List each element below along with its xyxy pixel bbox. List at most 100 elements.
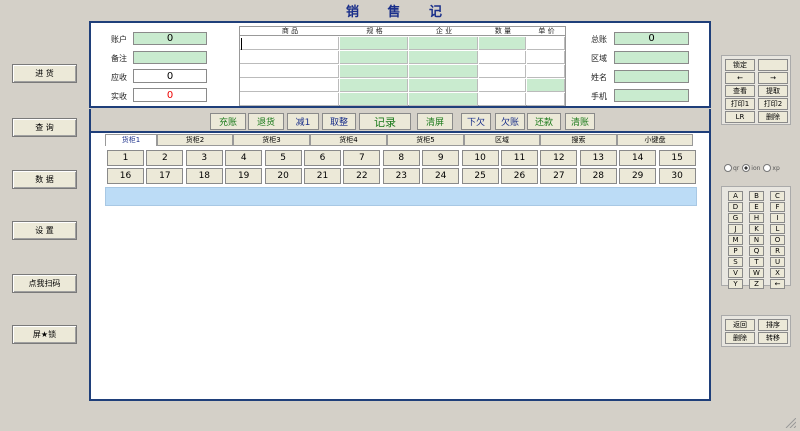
left-nav-button-4[interactable]: 设 置 bbox=[12, 221, 77, 240]
key-e[interactable]: E bbox=[749, 202, 764, 212]
number-button-2[interactable]: 2 bbox=[146, 150, 184, 166]
number-button-23[interactable]: 23 bbox=[382, 168, 420, 184]
right-tool-button-6[interactable]: 提取 bbox=[758, 85, 788, 97]
grid-cell[interactable] bbox=[240, 65, 339, 78]
key-p[interactable]: P bbox=[728, 246, 743, 256]
grid-cell[interactable] bbox=[527, 37, 565, 50]
left-nav-button-6[interactable]: 屏★锁 bbox=[12, 325, 77, 344]
account-field[interactable]: 0 bbox=[133, 32, 207, 45]
radio-icon[interactable] bbox=[742, 164, 751, 172]
number-button-6[interactable]: 6 bbox=[304, 150, 341, 166]
number-button-3[interactable]: 3 bbox=[185, 150, 223, 166]
number-button-27[interactable]: 27 bbox=[540, 168, 578, 184]
right-bottom-button-2[interactable]: 排序 bbox=[758, 319, 788, 331]
number-button-18[interactable]: 18 bbox=[185, 168, 223, 184]
grid-cell[interactable] bbox=[479, 93, 526, 106]
right-tool-button-4[interactable]: → bbox=[758, 72, 788, 84]
key-m[interactable]: M bbox=[728, 235, 743, 245]
number-button-29[interactable]: 29 bbox=[619, 168, 657, 184]
phone-field[interactable] bbox=[614, 89, 689, 102]
radio-icon[interactable] bbox=[763, 164, 772, 172]
grid-cell[interactable] bbox=[479, 79, 526, 92]
selection-bar[interactable] bbox=[105, 187, 697, 206]
radio-icon[interactable] bbox=[724, 164, 732, 172]
key-a[interactable]: A bbox=[728, 191, 743, 201]
grid-cell[interactable] bbox=[527, 51, 565, 64]
grid-cell[interactable] bbox=[527, 79, 565, 92]
grid-cell[interactable] bbox=[240, 93, 339, 106]
key-u[interactable]: U bbox=[770, 257, 785, 267]
number-button-7[interactable]: 7 bbox=[343, 150, 381, 166]
toolbar-button-8[interactable]: 欠账 bbox=[495, 113, 525, 130]
grid-cell[interactable] bbox=[340, 79, 408, 92]
left-nav-button-5[interactable]: 点我扫码 bbox=[12, 274, 77, 293]
grid-cell[interactable] bbox=[479, 37, 526, 50]
grid-cell[interactable] bbox=[527, 93, 565, 106]
number-button-16[interactable]: 16 bbox=[107, 168, 144, 184]
key-backspace[interactable]: ← bbox=[770, 279, 785, 289]
number-button-20[interactable]: 20 bbox=[264, 168, 302, 184]
number-button-14[interactable]: 14 bbox=[619, 150, 657, 166]
tab-2[interactable]: 货柜2 bbox=[157, 134, 233, 146]
tab-6[interactable]: 区域 bbox=[464, 134, 540, 146]
key-f[interactable]: F bbox=[770, 202, 785, 212]
note-field[interactable] bbox=[133, 51, 207, 64]
key-n[interactable]: N bbox=[749, 235, 764, 245]
number-button-30[interactable]: 30 bbox=[658, 168, 696, 184]
toolbar-button-4[interactable]: 取整 bbox=[322, 113, 356, 130]
grid-cell[interactable] bbox=[340, 93, 408, 106]
grid-cell[interactable] bbox=[409, 79, 478, 92]
left-nav-button-1[interactable]: 进 货 bbox=[12, 64, 77, 83]
number-button-26[interactable]: 26 bbox=[501, 168, 538, 184]
right-bottom-button-1[interactable]: 返回 bbox=[725, 319, 755, 331]
tab-3[interactable]: 货柜3 bbox=[233, 134, 310, 146]
key-h[interactable]: H bbox=[749, 213, 764, 223]
key-x[interactable]: X bbox=[770, 268, 785, 278]
grid-cell[interactable] bbox=[479, 51, 526, 64]
number-button-8[interactable]: 8 bbox=[382, 150, 420, 166]
key-w[interactable]: W bbox=[749, 268, 764, 278]
right-tool-button-7[interactable]: 打印1 bbox=[725, 98, 755, 110]
left-nav-button-3[interactable]: 数 据 bbox=[12, 170, 77, 189]
key-t[interactable]: T bbox=[749, 257, 764, 267]
radio-option-ion[interactable]: ion bbox=[742, 164, 760, 172]
right-bottom-button-4[interactable]: 转移 bbox=[758, 332, 788, 344]
number-button-24[interactable]: 24 bbox=[422, 168, 460, 184]
grid-cell[interactable] bbox=[409, 93, 478, 106]
right-tool-button-3[interactable]: ← bbox=[725, 72, 755, 84]
key-o[interactable]: O bbox=[770, 235, 785, 245]
key-b[interactable]: B bbox=[749, 191, 764, 201]
key-s[interactable]: S bbox=[728, 257, 743, 267]
key-d[interactable]: D bbox=[728, 202, 743, 212]
number-button-17[interactable]: 17 bbox=[146, 168, 184, 184]
number-button-25[interactable]: 25 bbox=[461, 168, 499, 184]
number-button-9[interactable]: 9 bbox=[422, 150, 460, 166]
tab-5[interactable]: 货柜5 bbox=[387, 134, 464, 146]
grid-cell[interactable] bbox=[240, 51, 339, 64]
grid-cell[interactable] bbox=[340, 37, 408, 50]
receivable-field[interactable]: 0 bbox=[133, 69, 207, 83]
grid-cell[interactable] bbox=[527, 65, 565, 78]
key-k[interactable]: K bbox=[749, 224, 764, 234]
number-button-4[interactable]: 4 bbox=[225, 150, 263, 166]
number-button-10[interactable]: 10 bbox=[461, 150, 499, 166]
number-button-12[interactable]: 12 bbox=[540, 150, 578, 166]
toolbar-button-5[interactable]: 记录 bbox=[359, 113, 411, 130]
tab-7[interactable]: 搜索 bbox=[540, 134, 617, 146]
grid-cell[interactable] bbox=[409, 65, 478, 78]
key-g[interactable]: G bbox=[728, 213, 743, 223]
grid-cell[interactable] bbox=[479, 65, 526, 78]
region-field[interactable] bbox=[614, 51, 689, 64]
toolbar-button-7[interactable]: 下欠 bbox=[461, 113, 491, 130]
toolbar-button-6[interactable]: 清屏 bbox=[417, 113, 453, 130]
key-l[interactable]: L bbox=[770, 224, 785, 234]
grid-cell[interactable] bbox=[340, 65, 408, 78]
received-field[interactable]: 0 bbox=[133, 88, 207, 102]
item-grid[interactable]: 商 品规 格企 业数 量单 价 bbox=[239, 26, 566, 106]
number-button-15[interactable]: 15 bbox=[658, 150, 696, 166]
key-j[interactable]: J bbox=[728, 224, 743, 234]
right-tool-button-5[interactable]: 查看 bbox=[725, 85, 755, 97]
key-q[interactable]: Q bbox=[749, 246, 764, 256]
resize-grip[interactable] bbox=[784, 417, 797, 429]
grid-cell[interactable] bbox=[409, 37, 478, 50]
